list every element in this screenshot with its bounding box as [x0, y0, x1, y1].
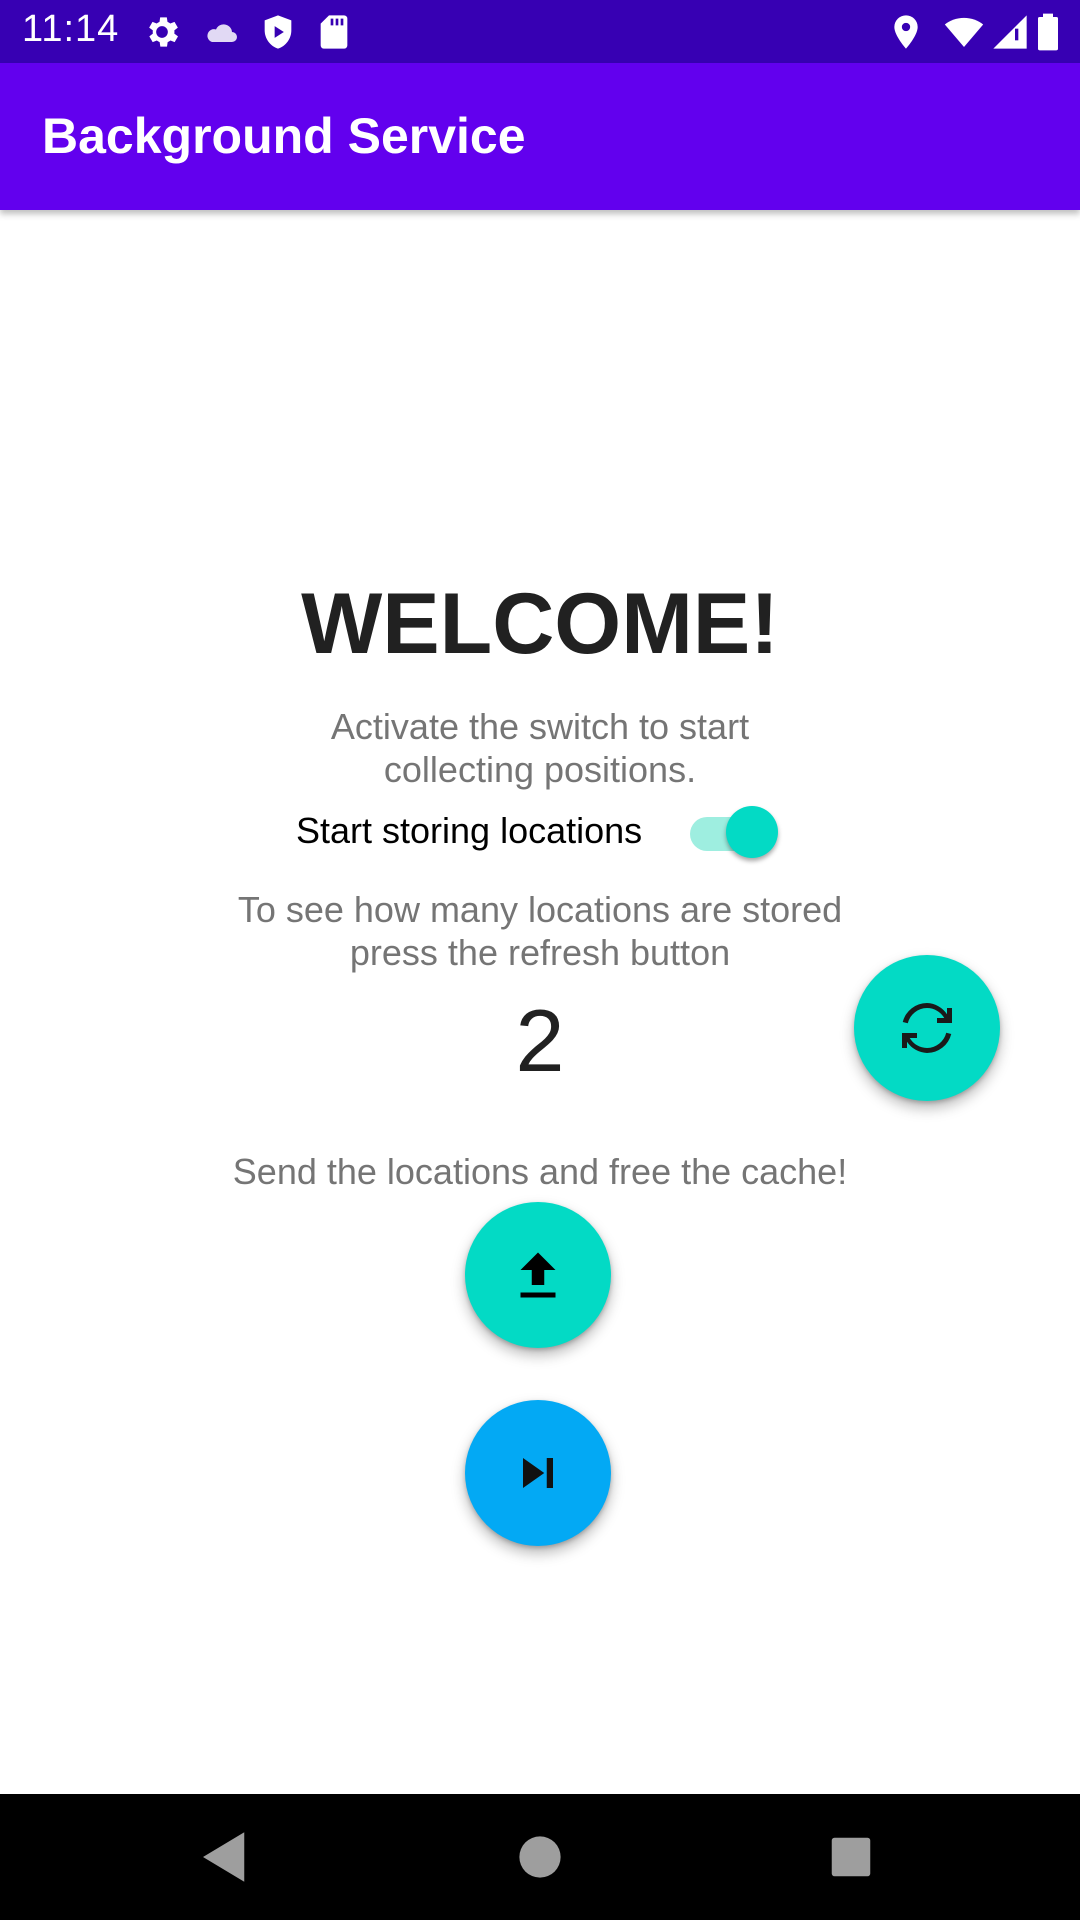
refresh-button[interactable]: [854, 955, 1000, 1101]
store-locations-switch[interactable]: [688, 802, 778, 862]
location-pin-icon: [886, 12, 926, 52]
switch-hint-line: collecting positions.: [383, 749, 697, 790]
switch-hint-line: Activate the switch to start: [330, 706, 750, 747]
refresh-icon: [897, 998, 957, 1058]
switch-hint: Activate the switch to start collecting …: [200, 705, 880, 791]
navigation-bar: [0, 1794, 1080, 1920]
back-icon[interactable]: [192, 1824, 258, 1890]
switch-thumb: [726, 806, 778, 858]
cloud-icon: [202, 12, 242, 52]
home-icon[interactable]: [507, 1824, 573, 1890]
switch-label: Start storing locations: [296, 810, 643, 851]
battery-icon: [1030, 12, 1066, 52]
refresh-hint-line: press the refresh button: [349, 932, 731, 973]
signal-icon: [990, 12, 1030, 52]
refresh-hint-line: To see how many locations are stored: [237, 889, 843, 930]
upload-button[interactable]: [465, 1202, 611, 1348]
shield-play-icon: [258, 12, 298, 52]
app-title: Background Service: [42, 108, 526, 164]
refresh-hint: To see how many locations are stored pre…: [190, 888, 890, 974]
send-hint: Send the locations and free the cache!: [232, 1151, 848, 1192]
sd-card-icon: [314, 12, 354, 52]
skip-next-icon: [508, 1443, 568, 1503]
gear-icon: [142, 12, 182, 52]
status-time: 11:14: [22, 8, 120, 50]
skip-button[interactable]: [465, 1400, 611, 1546]
app-bar: Background Service: [0, 63, 1080, 210]
recents-icon[interactable]: [818, 1824, 884, 1890]
switch-row: Start storing locations: [296, 802, 778, 862]
welcome-heading: WELCOME!: [301, 576, 779, 672]
upload-icon: [508, 1245, 568, 1305]
wifi-icon: [944, 12, 984, 52]
status-bar: 11:14: [0, 0, 1080, 63]
